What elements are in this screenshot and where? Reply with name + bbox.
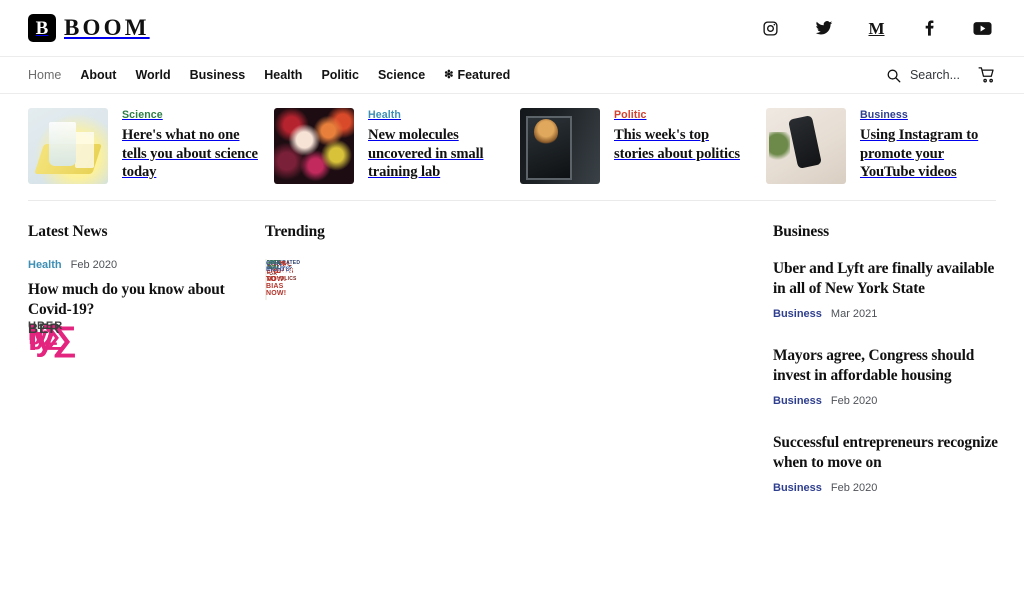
featured-thumb-business [766,108,846,184]
featured-card-politic[interactable]: Politic This week's top stories about po… [512,108,758,184]
logo-wordmark: BOOM [64,15,150,40]
business-article-3[interactable]: Successful entrepreneurs recognize when … [773,433,1000,494]
nav-item-science[interactable]: Science [378,68,425,82]
featured-card-business[interactable]: Business Using Instagram to promote your… [758,108,1004,184]
featured-meta: Politic This week's top stories about po… [614,108,750,184]
search-control[interactable]: Search... [886,68,960,83]
article-meta: Health Feb 2020 [28,259,233,271]
business-article-category[interactable]: Business [773,395,822,407]
featured-title-business[interactable]: Using Instagram to promote your YouTube … [860,126,996,182]
category-label-science[interactable]: Science [122,109,258,121]
business-article-date: Feb 2020 [830,482,878,495]
featured-meta: Health New molecules uncovered in small … [368,108,504,184]
nav-actions: Search... [886,66,996,84]
nav-item-politic[interactable]: Politic [321,68,359,82]
business-article-date: Mar 2021 [830,308,878,321]
business-article-category[interactable]: Business [773,482,822,494]
facebook-icon[interactable] [920,19,939,38]
featured-meta: Science Here's what no one tells you abo… [122,108,258,184]
nav-item-about[interactable]: About [80,68,116,82]
article-date: Feb 2020 [70,259,118,271]
featured-title-health[interactable]: New molecules uncovered in small trainin… [368,126,504,182]
nav-item-world[interactable]: World [135,68,170,82]
logo-mark-icon: B [28,14,56,42]
featured-card-health[interactable]: Health New molecules uncovered in small … [266,108,512,184]
business-article-meta: Business Feb 2020 [773,395,1000,407]
business-article-title[interactable]: Uber and Lyft are finally available in a… [773,259,1000,299]
business-article-title[interactable]: Successful entrepreneurs recognize when … [773,433,1000,473]
medium-icon[interactable]: M [867,19,886,38]
business-article-category[interactable]: Business [773,308,822,320]
business-article-2[interactable]: Mayors agree, Congress should invest in … [773,346,1000,407]
nav-item-health[interactable]: Health [264,68,302,82]
search-icon[interactable] [886,68,901,83]
nav-item-business[interactable]: Business [190,68,246,82]
category-label-business[interactable]: Business [860,109,996,121]
trending-column: Trending WEDEMAND WE MARCHFORCATHOLICS W… [233,223,773,520]
search-input[interactable]: Search... [910,68,960,82]
business-article-meta: Business Feb 2020 [773,482,1000,494]
medium-letter: M [868,18,885,38]
main-content: Latest News Health Feb 2020 How much do … [0,201,1024,520]
nav-item-featured[interactable]: ❇ Featured [444,68,510,82]
featured-title-science[interactable]: Here's what no one tells you about scien… [122,126,258,182]
latest-news-column: Latest News Health Feb 2020 How much do … [28,223,233,520]
instagram-icon[interactable] [761,19,780,38]
featured-cards: Science Here's what no one tells you abo… [0,94,1024,184]
twitter-icon[interactable] [814,19,833,38]
featured-thumb-health [274,108,354,184]
nav-links: Home About World Business Health Politic… [28,68,510,82]
business-heading: Business [773,223,830,240]
top-bar: B BOOM M [0,0,1024,56]
page-root: B BOOM M Home About World Business Healt… [0,0,1024,614]
business-article-title[interactable]: Mayors agree, Congress should invest in … [773,346,1000,386]
nav-item-featured-label: Featured [457,68,511,82]
business-article-date: Feb 2020 [830,395,878,408]
latest-news-article-1[interactable]: Health Feb 2020 How much do you know abo… [28,259,233,320]
youtube-icon[interactable] [973,19,992,38]
featured-meta: Business Using Instagram to promote your… [860,108,996,184]
featured-thumb-politic [520,108,600,184]
main-navigation: Home About World Business Health Politic… [0,56,1024,94]
social-links: M [761,19,996,38]
business-article-meta: Business Mar 2021 [773,308,1000,320]
article-title[interactable]: How much do you know about Covid-19? [28,280,233,320]
featured-title-politic[interactable]: This week's top stories about politics [614,126,750,163]
latest-news-heading: Latest News [28,223,108,240]
sparkle-icon: ❇ [444,68,454,81]
site-logo[interactable]: B BOOM [28,14,150,42]
nav-item-home[interactable]: Home [28,68,61,82]
featured-thumb-science [28,108,108,184]
business-column: Business Uber and Lyft are finally avail… [773,223,1000,520]
category-label-health[interactable]: Health [368,109,504,121]
business-article-1[interactable]: Uber and Lyft are finally available in a… [773,259,1000,320]
featured-card-science[interactable]: Science Here's what no one tells you abo… [20,108,266,184]
category-label-politic[interactable]: Politic [614,109,750,121]
cart-icon[interactable] [978,66,996,84]
trending-heading: Trending [265,223,325,240]
article-category[interactable]: Health [28,259,62,271]
